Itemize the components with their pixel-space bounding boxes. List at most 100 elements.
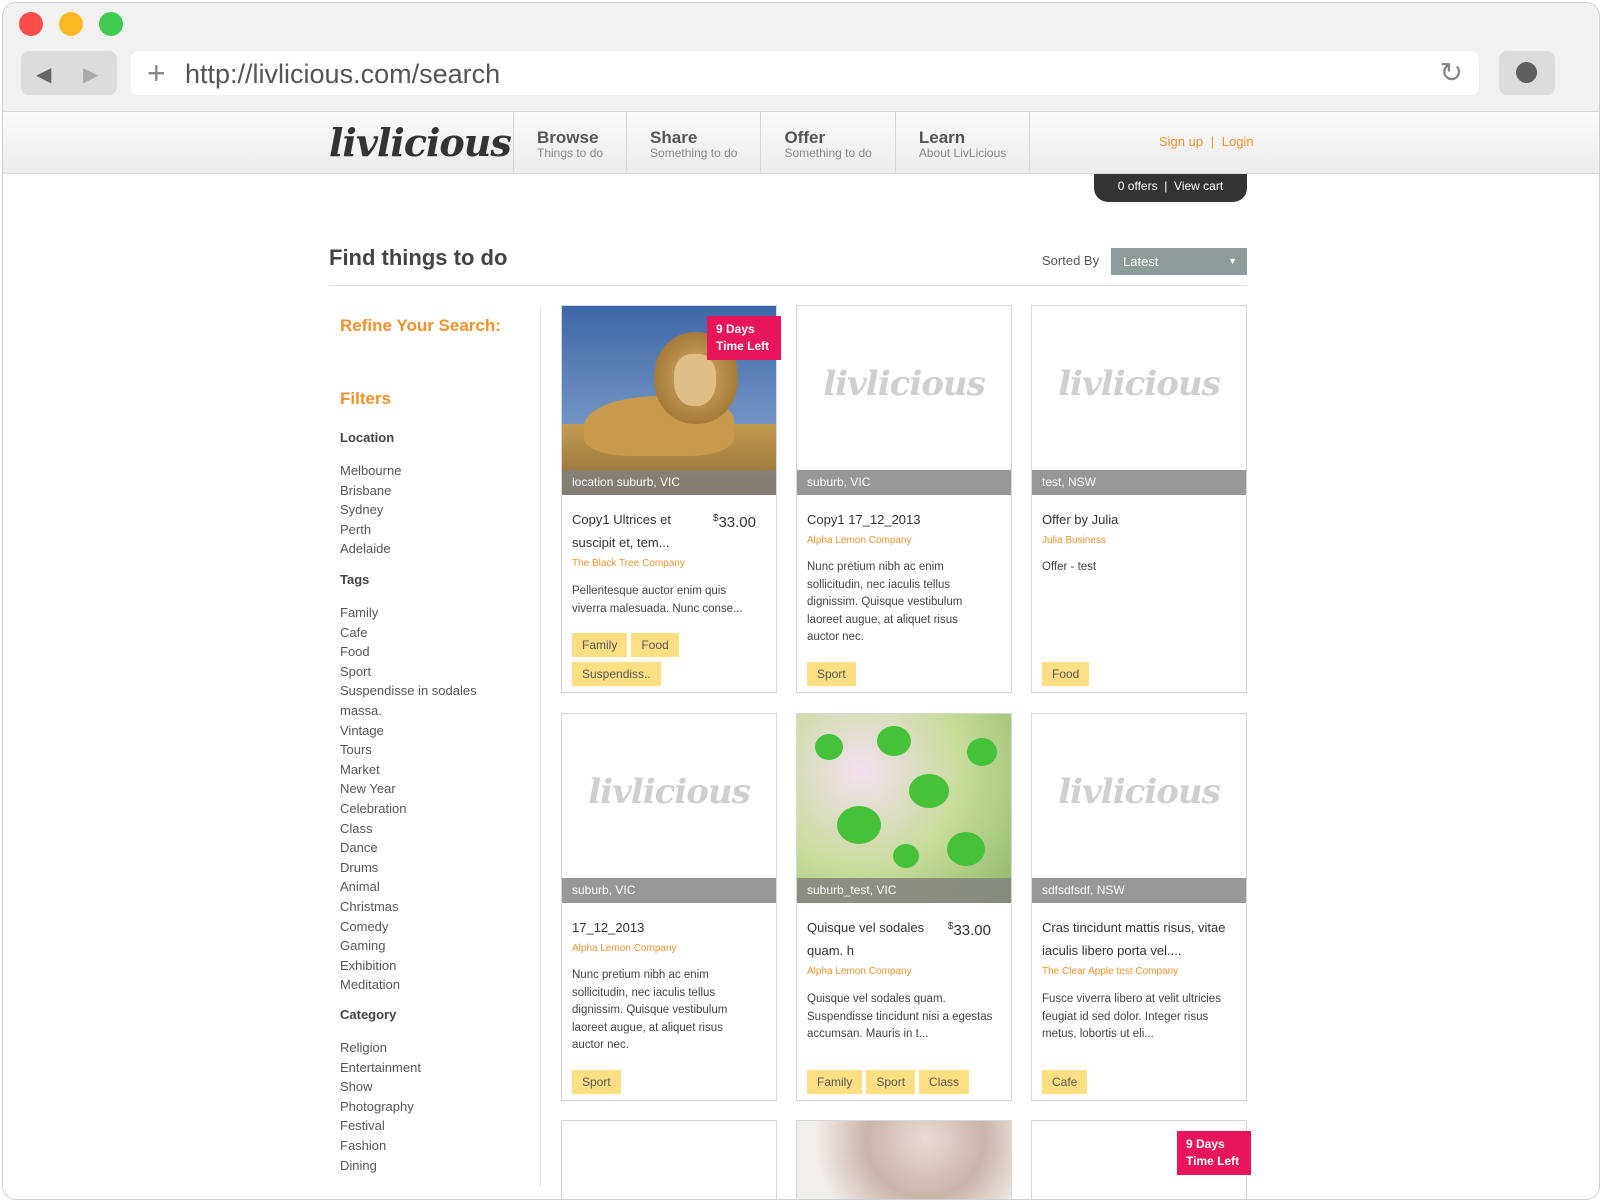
filter-tag[interactable]: Market [340, 760, 530, 780]
filter-tag[interactable]: Suspendisse in sodales [340, 681, 530, 701]
filter-category[interactable]: Festival [340, 1116, 530, 1136]
site-logo[interactable]: livlicious [329, 120, 512, 165]
tag-chip[interactable]: Sport [866, 1070, 916, 1094]
filter-location[interactable]: Melbourne [340, 461, 530, 481]
cart-button[interactable]: 0 offers | View cart [1094, 174, 1247, 202]
signup-link[interactable]: Sign up [1159, 134, 1203, 149]
filter-tag[interactable]: Vintage [340, 721, 530, 741]
auth-links: Sign up | Login [1159, 134, 1254, 149]
card-title[interactable]: 17_12_2013 [572, 916, 766, 939]
maximize-window-button[interactable] [99, 12, 123, 36]
tag-chip[interactable]: Family [807, 1070, 863, 1094]
filter-category[interactable]: Dining [340, 1156, 530, 1176]
card-title[interactable]: Cras tincidunt mattis risus, vitae iacul… [1042, 916, 1236, 962]
card-price: $33.00 [948, 921, 991, 939]
offer-image[interactable]: suburb_test, VIC [797, 714, 1011, 903]
offer-card[interactable] [796, 1120, 1012, 1199]
offer-card[interactable] [561, 1120, 777, 1199]
filter-tag[interactable]: Cafe [340, 623, 530, 643]
time-left-badge: 9 Days Time Left [1177, 1131, 1251, 1175]
filter-tag[interactable]: Christmas [340, 897, 530, 917]
back-arrow-icon[interactable]: ◀ [36, 62, 51, 87]
nav-title: Share [650, 128, 698, 147]
tag-chip[interactable]: Cafe [1042, 1070, 1088, 1094]
filter-location[interactable]: Sydney [340, 500, 530, 520]
filter-location[interactable]: Adelaide [340, 539, 530, 559]
nav-offer[interactable]: Offer Something to do [761, 112, 896, 173]
filter-tag[interactable]: Animal [340, 877, 530, 897]
card-business[interactable]: The Black Tree Company [572, 558, 685, 569]
nav-learn[interactable]: Learn About LivLicious [896, 112, 1031, 173]
plus-icon[interactable]: + [147, 55, 166, 91]
tag-chip[interactable]: Food [631, 633, 679, 657]
filter-tag[interactable]: Drums [340, 858, 530, 878]
offer-card[interactable]: livlicious test, NSW Offer by Julia Juli… [1031, 305, 1247, 693]
url-text[interactable]: http://livlicious.com/search [185, 59, 500, 90]
tag-chip[interactable]: Food [1042, 662, 1090, 686]
filter-tag[interactable]: Class [340, 819, 530, 839]
forward-arrow-icon[interactable]: ▶ [83, 62, 98, 87]
filter-tag[interactable]: Celebration [340, 799, 530, 819]
card-business[interactable]: Alpha Lemon Company [572, 943, 677, 954]
card-business[interactable]: Alpha Lemon Company [807, 535, 912, 546]
browser-menu-button[interactable] [1499, 51, 1555, 95]
filter-location[interactable]: Perth [340, 520, 530, 540]
filter-category[interactable]: Photography [340, 1097, 530, 1117]
tag-chip[interactable]: Class [919, 1070, 970, 1094]
card-title[interactable]: Offer by Julia [1042, 508, 1236, 531]
site-header: livlicious Browse Things to do Share Som… [3, 112, 1599, 174]
card-location: test, NSW [1032, 470, 1246, 495]
filter-tag[interactable]: New Year [340, 779, 530, 799]
filter-category[interactable]: Fashion [340, 1136, 530, 1156]
filter-tag[interactable]: Comedy [340, 917, 530, 937]
filter-location[interactable]: Brisbane [340, 481, 530, 501]
offer-card[interactable]: livlicious sdfsdfsdf, NSW Cras tincidunt… [1031, 713, 1247, 1101]
card-business[interactable]: The Clear Apple test Company [1042, 966, 1178, 977]
placeholder-logo: livlicious [588, 772, 751, 812]
offer-image[interactable]: livlicious sdfsdfsdf, NSW [1032, 714, 1246, 903]
offer-card[interactable]: livlicious suburb, VIC 17_12_2013 Alpha … [561, 713, 777, 1101]
tag-chip[interactable]: Sport [572, 1070, 621, 1094]
address-bar[interactable]: + http://livlicious.com/search ↻ [131, 51, 1479, 95]
filter-tag[interactable]: Gaming [340, 936, 530, 956]
card-title[interactable]: Copy1 Ultrices et suscipit et, tem... [572, 508, 702, 554]
sort-select[interactable]: Latest ▼ [1111, 248, 1247, 275]
card-description: Nunc pretium nibh ac enim sollicitudin, … [572, 969, 728, 1051]
offer-card[interactable]: livlicious suburb, VIC Copy1 17_12_2013 … [796, 305, 1012, 693]
filter-category[interactable]: Religion [340, 1038, 530, 1058]
filter-tag[interactable]: Meditation [340, 975, 530, 995]
browser-window: ◀ ▶ + http://livlicious.com/search ↻ liv… [2, 2, 1600, 1200]
reload-icon[interactable]: ↻ [1440, 57, 1463, 89]
nav-browse[interactable]: Browse Things to do [514, 112, 628, 173]
filter-tag[interactable]: Food [340, 642, 530, 662]
filter-tag[interactable]: Tours [340, 740, 530, 760]
tag-chip[interactable]: Sport [807, 662, 856, 686]
offer-image[interactable]: livlicious suburb, VIC [797, 306, 1011, 495]
filter-tag[interactable]: Dance [340, 838, 530, 858]
card-tags: Food [1042, 662, 1242, 691]
login-link[interactable]: Login [1222, 134, 1254, 149]
filter-tag[interactable]: Sport [340, 662, 530, 682]
filter-tag[interactable]: Exhibition [340, 956, 530, 976]
filter-tag[interactable]: massa. [340, 701, 530, 721]
location-title: Location [340, 430, 395, 445]
card-business[interactable]: Julia Business [1042, 535, 1106, 546]
card-business[interactable]: Alpha Lemon Company [807, 966, 912, 977]
placeholder-logo: livlicious [823, 364, 986, 404]
card-title[interactable]: Copy1 17_12_2013 [807, 508, 1001, 531]
filter-category[interactable]: Show [340, 1077, 530, 1097]
minimize-window-button[interactable] [59, 12, 83, 36]
time-left-badge: 9 Days Time Left [707, 316, 781, 360]
nav-share[interactable]: Share Something to do [627, 112, 762, 173]
card-title[interactable]: Quisque vel sodales quam. h [807, 916, 937, 962]
offer-image[interactable]: livlicious test, NSW [1032, 306, 1246, 495]
tag-chip[interactable]: Suspendiss.. [572, 662, 661, 686]
offer-card[interactable]: 9 Days Time Left [1031, 1120, 1251, 1199]
offer-card[interactable]: location suburb, VIC 9 Days Time Left Co… [561, 305, 781, 693]
offer-image[interactable]: livlicious suburb, VIC [562, 714, 776, 903]
close-window-button[interactable] [19, 12, 43, 36]
filter-category[interactable]: Entertainment [340, 1058, 530, 1078]
filter-tag[interactable]: Family [340, 603, 530, 623]
tag-chip[interactable]: Family [572, 633, 628, 657]
offer-card[interactable]: suburb_test, VIC Quisque vel sodales qua… [796, 713, 1012, 1101]
